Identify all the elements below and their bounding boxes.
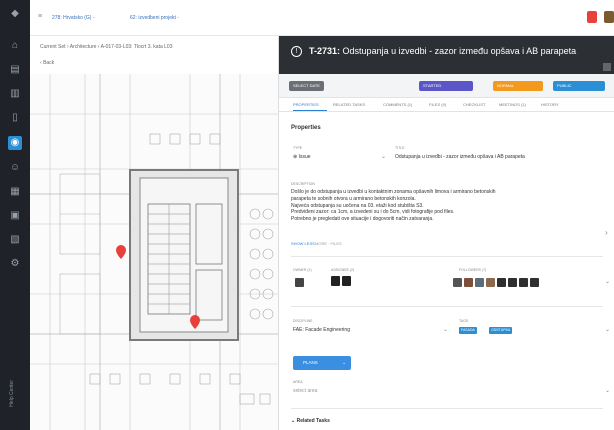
related-tasks-label: Related Tasks <box>296 418 330 424</box>
home-icon[interactable]: ⌂ <box>9 40 21 52</box>
follower-avatar[interactable] <box>519 278 528 287</box>
follower-avatar[interactable] <box>464 278 473 287</box>
floor-plan-drawing[interactable] <box>30 74 278 430</box>
back-button[interactable]: ‹ Back <box>40 60 54 66</box>
assignee-label: ASSIGNEE (2) <box>331 268 355 272</box>
app-window: ◆ ⌂ ▤ ▥ ▯ ◉ ☺ ▦ ▣ ▧ ⚙ Help Center ≡ 278:… <box>0 0 614 430</box>
priority-dropdown[interactable]: NORMAL <box>493 81 543 91</box>
calendar-icon[interactable]: ▦ <box>9 186 21 198</box>
chevron-down-icon[interactable]: ⌄ <box>605 387 610 394</box>
plans-label: PLANS <box>303 360 318 365</box>
top-bar: ≡ 278: Hrvatsko (G) - 62: izvedbeni proj… <box>30 0 614 36</box>
tab-checklist[interactable]: CHECKLIST <box>463 102 485 107</box>
chevron-down-icon[interactable]: ⌄ <box>605 326 610 333</box>
active-tab-indicator <box>293 110 327 111</box>
task-tabs: PROPERTIES RELATED TASKS COMMENTS (1) FI… <box>279 98 614 112</box>
type-label: TYPE <box>293 146 303 150</box>
photo-icon[interactable]: ▣ <box>9 210 21 222</box>
area-label: AREA <box>293 380 303 384</box>
task-toolbar: SELECT DATE STARTED NORMAL PUBLIC <box>279 74 614 98</box>
add-follower-icon[interactable] <box>453 278 462 287</box>
tab-related-tasks[interactable]: RELATED TASKS <box>333 102 365 107</box>
related-tasks-heading[interactable]: ⌄ Related Tasks <box>291 418 330 424</box>
properties-heading: Properties <box>291 125 321 131</box>
notification-icon[interactable] <box>587 11 597 23</box>
building-icon[interactable]: ▥ <box>9 88 21 100</box>
menu-icon[interactable]: ≡ <box>38 13 42 20</box>
divider <box>291 256 603 257</box>
assignee-avatar[interactable] <box>342 276 351 286</box>
title-field[interactable]: Odstupanja u izvedbi - zazor između opša… <box>395 154 525 160</box>
drawings-icon[interactable]: ▤ <box>9 64 21 76</box>
task-detail-panel: ! T-2731: Odstupanja u izvedbi - zazor i… <box>278 36 614 430</box>
task-title-text: Odstupanja u izvedbi - zazor između opša… <box>342 46 577 56</box>
tab-comments[interactable]: COMMENTS (1) <box>383 102 412 107</box>
back-label: Back <box>43 60 55 66</box>
tab-properties[interactable]: PROPERTIES <box>293 102 319 107</box>
description-text[interactable]: Došlo je do odstupanja u izvedbi u konta… <box>291 189 591 223</box>
settings-icon[interactable]: ⚙ <box>9 258 21 270</box>
description-line: Predviđeni zazor: ca 1cm, a izvedeni su … <box>291 209 455 216</box>
expand-icon[interactable] <box>603 63 611 71</box>
drawing-path: Current Set › Architecture › A-017-03-L0… <box>40 44 173 50</box>
visibility-dropdown[interactable]: PUBLIC <box>553 81 605 91</box>
owner-avatar[interactable] <box>295 278 304 287</box>
description-line: Došlo je do odstupanja u izvedbi u konta… <box>291 189 496 195</box>
breadcrumb-project[interactable]: 278: Hrvatsko (G) - <box>52 15 95 21</box>
chevron-right-icon[interactable]: › <box>605 228 608 237</box>
description-line: Potrebno je pregledati ove situacije i d… <box>291 216 434 223</box>
plans-button[interactable]: PLANS ⌄ <box>293 356 351 370</box>
type-value: Issue <box>298 154 311 160</box>
report-icon[interactable]: ▧ <box>9 234 21 246</box>
follower-avatar[interactable] <box>486 278 495 287</box>
owner-label: OWNER (1) <box>293 268 312 272</box>
document-icon[interactable]: ▯ <box>9 112 21 124</box>
show-less-link[interactable]: SHOW LESS <box>291 241 315 246</box>
discipline-select[interactable]: FAE: Facade Engineering <box>293 327 350 333</box>
title-label: TITLE <box>395 146 405 150</box>
tab-meetings[interactable]: MEETINGS (1) <box>499 102 526 107</box>
description-label: DESCRIPTION <box>291 182 315 186</box>
assignee-avatar[interactable] <box>331 276 340 286</box>
help-center-link[interactable]: Help Center <box>9 380 21 407</box>
avatar[interactable] <box>604 11 614 23</box>
area-select[interactable]: select area <box>293 388 317 394</box>
drawing-panel: Current Set › Architecture › A-017-03-L0… <box>30 36 278 430</box>
tag-chip[interactable]: FASADA <box>459 327 477 334</box>
tab-history[interactable]: HISTORY <box>541 102 559 107</box>
follower-avatar[interactable] <box>508 278 517 287</box>
type-select[interactable]: ⊕ Issue <box>293 154 311 160</box>
task-header: ! T-2731: Odstupanja u izvedbi - zazor i… <box>279 36 614 74</box>
tasks-icon[interactable]: ◉ <box>8 136 22 150</box>
tags-label: TAGS <box>459 319 469 323</box>
description-line: parapeta te sobnih otvora u armirano bet… <box>291 195 416 202</box>
status-dropdown[interactable]: STARTED <box>419 81 473 91</box>
people-icon[interactable]: ☺ <box>9 162 21 174</box>
breadcrumb-subproject[interactable]: 62: izvedbeni projekt - <box>130 15 179 21</box>
divider <box>291 408 603 409</box>
chevron-down-icon: ⌄ <box>342 360 346 365</box>
task-type-icon: ! <box>291 46 302 57</box>
chevron-down-icon[interactable]: ⌄ <box>381 153 386 160</box>
tab-files[interactable]: FILES (9) <box>429 102 446 107</box>
follower-avatar[interactable] <box>530 278 539 287</box>
follower-avatar[interactable] <box>475 278 484 287</box>
more-files-link[interactable]: MORE · FILES <box>315 241 342 246</box>
followers-label: FOLLOWERS (7) <box>459 268 487 272</box>
chevron-down-icon[interactable]: ⌄ <box>443 326 448 333</box>
task-title: T-2731: Odstupanja u izvedbi - zazor izm… <box>309 46 609 56</box>
description-line: Najveća odstupanja su uočena na 03. etaž… <box>291 202 424 209</box>
follower-avatar[interactable] <box>497 278 506 287</box>
left-rail: ◆ ⌂ ▤ ▥ ▯ ◉ ☺ ▦ ▣ ▧ ⚙ Help Center <box>0 0 30 430</box>
select-date-button[interactable]: SELECT DATE <box>289 81 324 91</box>
logo-icon[interactable]: ◆ <box>9 8 21 20</box>
task-id: T-2731: <box>309 46 341 56</box>
tag-chip[interactable]: ODSTUPKA <box>489 327 513 334</box>
divider <box>291 306 603 307</box>
chevron-down-icon[interactable]: ⌄ <box>605 278 610 285</box>
discipline-label: DISCIPLINE <box>293 319 313 323</box>
